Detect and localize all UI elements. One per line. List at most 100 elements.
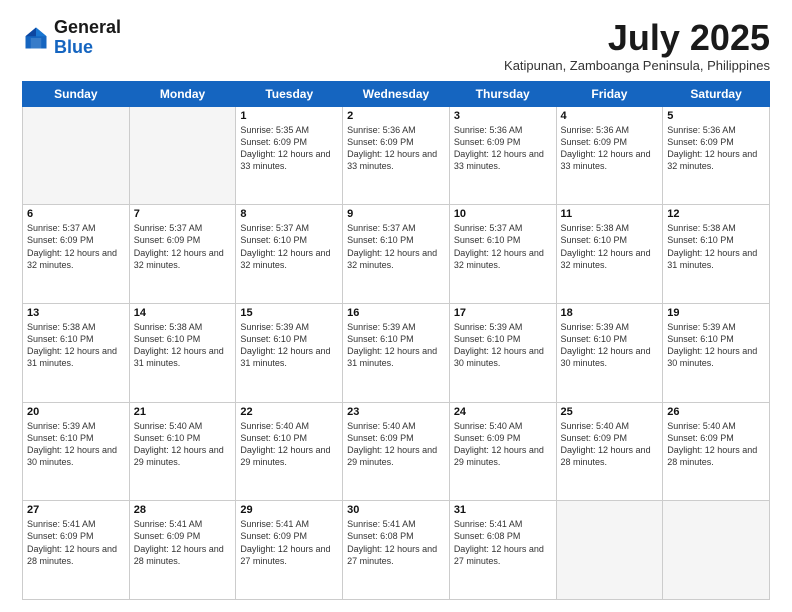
- day-number: 15: [240, 307, 338, 319]
- day-number: 12: [667, 208, 765, 220]
- day-info: Sunrise: 5:36 AM Sunset: 6:09 PM Dayligh…: [454, 124, 552, 173]
- day-info: Sunrise: 5:39 AM Sunset: 6:10 PM Dayligh…: [454, 321, 552, 370]
- day-info: Sunrise: 5:38 AM Sunset: 6:10 PM Dayligh…: [667, 222, 765, 271]
- location-subtitle: Katipunan, Zamboanga Peninsula, Philippi…: [504, 58, 770, 73]
- calendar-cell: 27 Sunrise: 5:41 AM Sunset: 6:09 PM Dayli…: [23, 501, 130, 600]
- header: General Blue July 2025 Katipunan, Zamboa…: [22, 18, 770, 73]
- logo-general: General: [54, 17, 121, 37]
- logo-blue: Blue: [54, 37, 93, 57]
- month-title: July 2025: [504, 18, 770, 58]
- day-info: Sunrise: 5:40 AM Sunset: 6:10 PM Dayligh…: [240, 420, 338, 469]
- calendar-week-1: 1Sunrise: 5:35 AM Sunset: 6:09 PM Daylig…: [23, 106, 770, 205]
- day-info: Sunrise: 5:41 AM Sunset: 6:09 PM Dayligh…: [240, 518, 338, 567]
- calendar-cell: [129, 106, 236, 205]
- header-tuesday: Tuesday: [236, 81, 343, 106]
- calendar-cell: 21 Sunrise: 5:40 AM Sunset: 6:10 PM Dayli…: [129, 402, 236, 501]
- calendar-cell: [556, 501, 663, 600]
- day-info: Sunrise: 5:38 AM Sunset: 6:10 PM Dayligh…: [27, 321, 125, 370]
- day-number: 14: [134, 307, 232, 319]
- logo-text: General Blue: [54, 18, 121, 58]
- day-number: 29: [240, 504, 338, 516]
- day-number: 8: [240, 208, 338, 220]
- calendar-cell: 12 Sunrise: 5:38 AM Sunset: 6:10 PM Dayli…: [663, 205, 770, 304]
- calendar-week-3: 13Sunrise: 5:38 AM Sunset: 6:10 PM Dayli…: [23, 303, 770, 402]
- day-number: 25: [561, 406, 659, 418]
- header-thursday: Thursday: [449, 81, 556, 106]
- day-number: 30: [347, 504, 445, 516]
- calendar-cell: 9 Sunrise: 5:37 AM Sunset: 6:10 PM Daylig…: [343, 205, 450, 304]
- day-number: 9: [347, 208, 445, 220]
- calendar-week-5: 27 Sunrise: 5:41 AM Sunset: 6:09 PM Dayli…: [23, 501, 770, 600]
- day-info: Sunrise: 5:41 AM Sunset: 6:09 PM Dayligh…: [27, 518, 125, 567]
- day-number: 20: [27, 406, 125, 418]
- calendar-cell: 15Sunrise: 5:39 AM Sunset: 6:10 PM Dayli…: [236, 303, 343, 402]
- calendar-cell: 26Sunrise: 5:40 AM Sunset: 6:09 PM Dayli…: [663, 402, 770, 501]
- calendar-cell: 1Sunrise: 5:35 AM Sunset: 6:09 PM Daylig…: [236, 106, 343, 205]
- calendar-cell: 19Sunrise: 5:39 AM Sunset: 6:10 PM Dayli…: [663, 303, 770, 402]
- day-info: Sunrise: 5:40 AM Sunset: 6:09 PM Dayligh…: [561, 420, 659, 469]
- day-info: Sunrise: 5:39 AM Sunset: 6:10 PM Dayligh…: [347, 321, 445, 370]
- day-info: Sunrise: 5:39 AM Sunset: 6:10 PM Dayligh…: [27, 420, 125, 469]
- day-info: Sunrise: 5:36 AM Sunset: 6:09 PM Dayligh…: [347, 124, 445, 173]
- day-number: 16: [347, 307, 445, 319]
- day-number: 24: [454, 406, 552, 418]
- calendar-cell: 6Sunrise: 5:37 AM Sunset: 6:09 PM Daylig…: [23, 205, 130, 304]
- calendar-cell: 29 Sunrise: 5:41 AM Sunset: 6:09 PM Dayli…: [236, 501, 343, 600]
- calendar-cell: 22 Sunrise: 5:40 AM Sunset: 6:10 PM Dayli…: [236, 402, 343, 501]
- day-number: 31: [454, 504, 552, 516]
- day-number: 1: [240, 110, 338, 122]
- calendar-cell: 25 Sunrise: 5:40 AM Sunset: 6:09 PM Dayli…: [556, 402, 663, 501]
- calendar-cell: 28Sunrise: 5:41 AM Sunset: 6:09 PM Dayli…: [129, 501, 236, 600]
- day-number: 10: [454, 208, 552, 220]
- header-saturday: Saturday: [663, 81, 770, 106]
- calendar-cell: 30 Sunrise: 5:41 AM Sunset: 6:08 PM Dayli…: [343, 501, 450, 600]
- calendar-cell: 14 Sunrise: 5:38 AM Sunset: 6:10 PM Dayli…: [129, 303, 236, 402]
- calendar-cell: 18 Sunrise: 5:39 AM Sunset: 6:10 PM Dayli…: [556, 303, 663, 402]
- logo: General Blue: [22, 18, 121, 58]
- day-number: 26: [667, 406, 765, 418]
- day-number: 28: [134, 504, 232, 516]
- day-info: Sunrise: 5:39 AM Sunset: 6:10 PM Dayligh…: [561, 321, 659, 370]
- calendar-week-4: 20 Sunrise: 5:39 AM Sunset: 6:10 PM Dayli…: [23, 402, 770, 501]
- calendar-cell: 10 Sunrise: 5:37 AM Sunset: 6:10 PM Dayli…: [449, 205, 556, 304]
- day-number: 7: [134, 208, 232, 220]
- day-info: Sunrise: 5:36 AM Sunset: 6:09 PM Dayligh…: [561, 124, 659, 173]
- calendar-cell: 7 Sunrise: 5:37 AM Sunset: 6:09 PM Daylig…: [129, 205, 236, 304]
- day-number: 22: [240, 406, 338, 418]
- calendar-cell: [23, 106, 130, 205]
- day-number: 17: [454, 307, 552, 319]
- day-info: Sunrise: 5:37 AM Sunset: 6:10 PM Dayligh…: [454, 222, 552, 271]
- day-info: Sunrise: 5:36 AM Sunset: 6:09 PM Dayligh…: [667, 124, 765, 173]
- day-info: Sunrise: 5:37 AM Sunset: 6:10 PM Dayligh…: [240, 222, 338, 271]
- calendar-week-2: 6Sunrise: 5:37 AM Sunset: 6:09 PM Daylig…: [23, 205, 770, 304]
- day-info: Sunrise: 5:40 AM Sunset: 6:09 PM Dayligh…: [347, 420, 445, 469]
- day-number: 27: [27, 504, 125, 516]
- day-info: Sunrise: 5:37 AM Sunset: 6:09 PM Dayligh…: [134, 222, 232, 271]
- day-info: Sunrise: 5:38 AM Sunset: 6:10 PM Dayligh…: [561, 222, 659, 271]
- logo-icon: [22, 24, 50, 52]
- day-number: 3: [454, 110, 552, 122]
- header-monday: Monday: [129, 81, 236, 106]
- day-number: 21: [134, 406, 232, 418]
- day-info: Sunrise: 5:40 AM Sunset: 6:09 PM Dayligh…: [454, 420, 552, 469]
- day-number: 18: [561, 307, 659, 319]
- day-info: Sunrise: 5:40 AM Sunset: 6:10 PM Dayligh…: [134, 420, 232, 469]
- day-number: 19: [667, 307, 765, 319]
- calendar-cell: [663, 501, 770, 600]
- day-number: 11: [561, 208, 659, 220]
- calendar-cell: 8 Sunrise: 5:37 AM Sunset: 6:10 PM Daylig…: [236, 205, 343, 304]
- weekday-header-row: Sunday Monday Tuesday Wednesday Thursday…: [23, 81, 770, 106]
- calendar-cell: 4Sunrise: 5:36 AM Sunset: 6:09 PM Daylig…: [556, 106, 663, 205]
- day-info: Sunrise: 5:37 AM Sunset: 6:09 PM Dayligh…: [27, 222, 125, 271]
- day-info: Sunrise: 5:38 AM Sunset: 6:10 PM Dayligh…: [134, 321, 232, 370]
- day-info: Sunrise: 5:41 AM Sunset: 6:08 PM Dayligh…: [347, 518, 445, 567]
- calendar-cell: 3 Sunrise: 5:36 AM Sunset: 6:09 PM Daylig…: [449, 106, 556, 205]
- day-number: 5: [667, 110, 765, 122]
- calendar-cell: 2Sunrise: 5:36 AM Sunset: 6:09 PM Daylig…: [343, 106, 450, 205]
- day-number: 23: [347, 406, 445, 418]
- header-wednesday: Wednesday: [343, 81, 450, 106]
- day-info: Sunrise: 5:37 AM Sunset: 6:10 PM Dayligh…: [347, 222, 445, 271]
- day-info: Sunrise: 5:41 AM Sunset: 6:08 PM Dayligh…: [454, 518, 552, 567]
- calendar-table: Sunday Monday Tuesday Wednesday Thursday…: [22, 81, 770, 600]
- page: General Blue July 2025 Katipunan, Zamboa…: [0, 0, 792, 612]
